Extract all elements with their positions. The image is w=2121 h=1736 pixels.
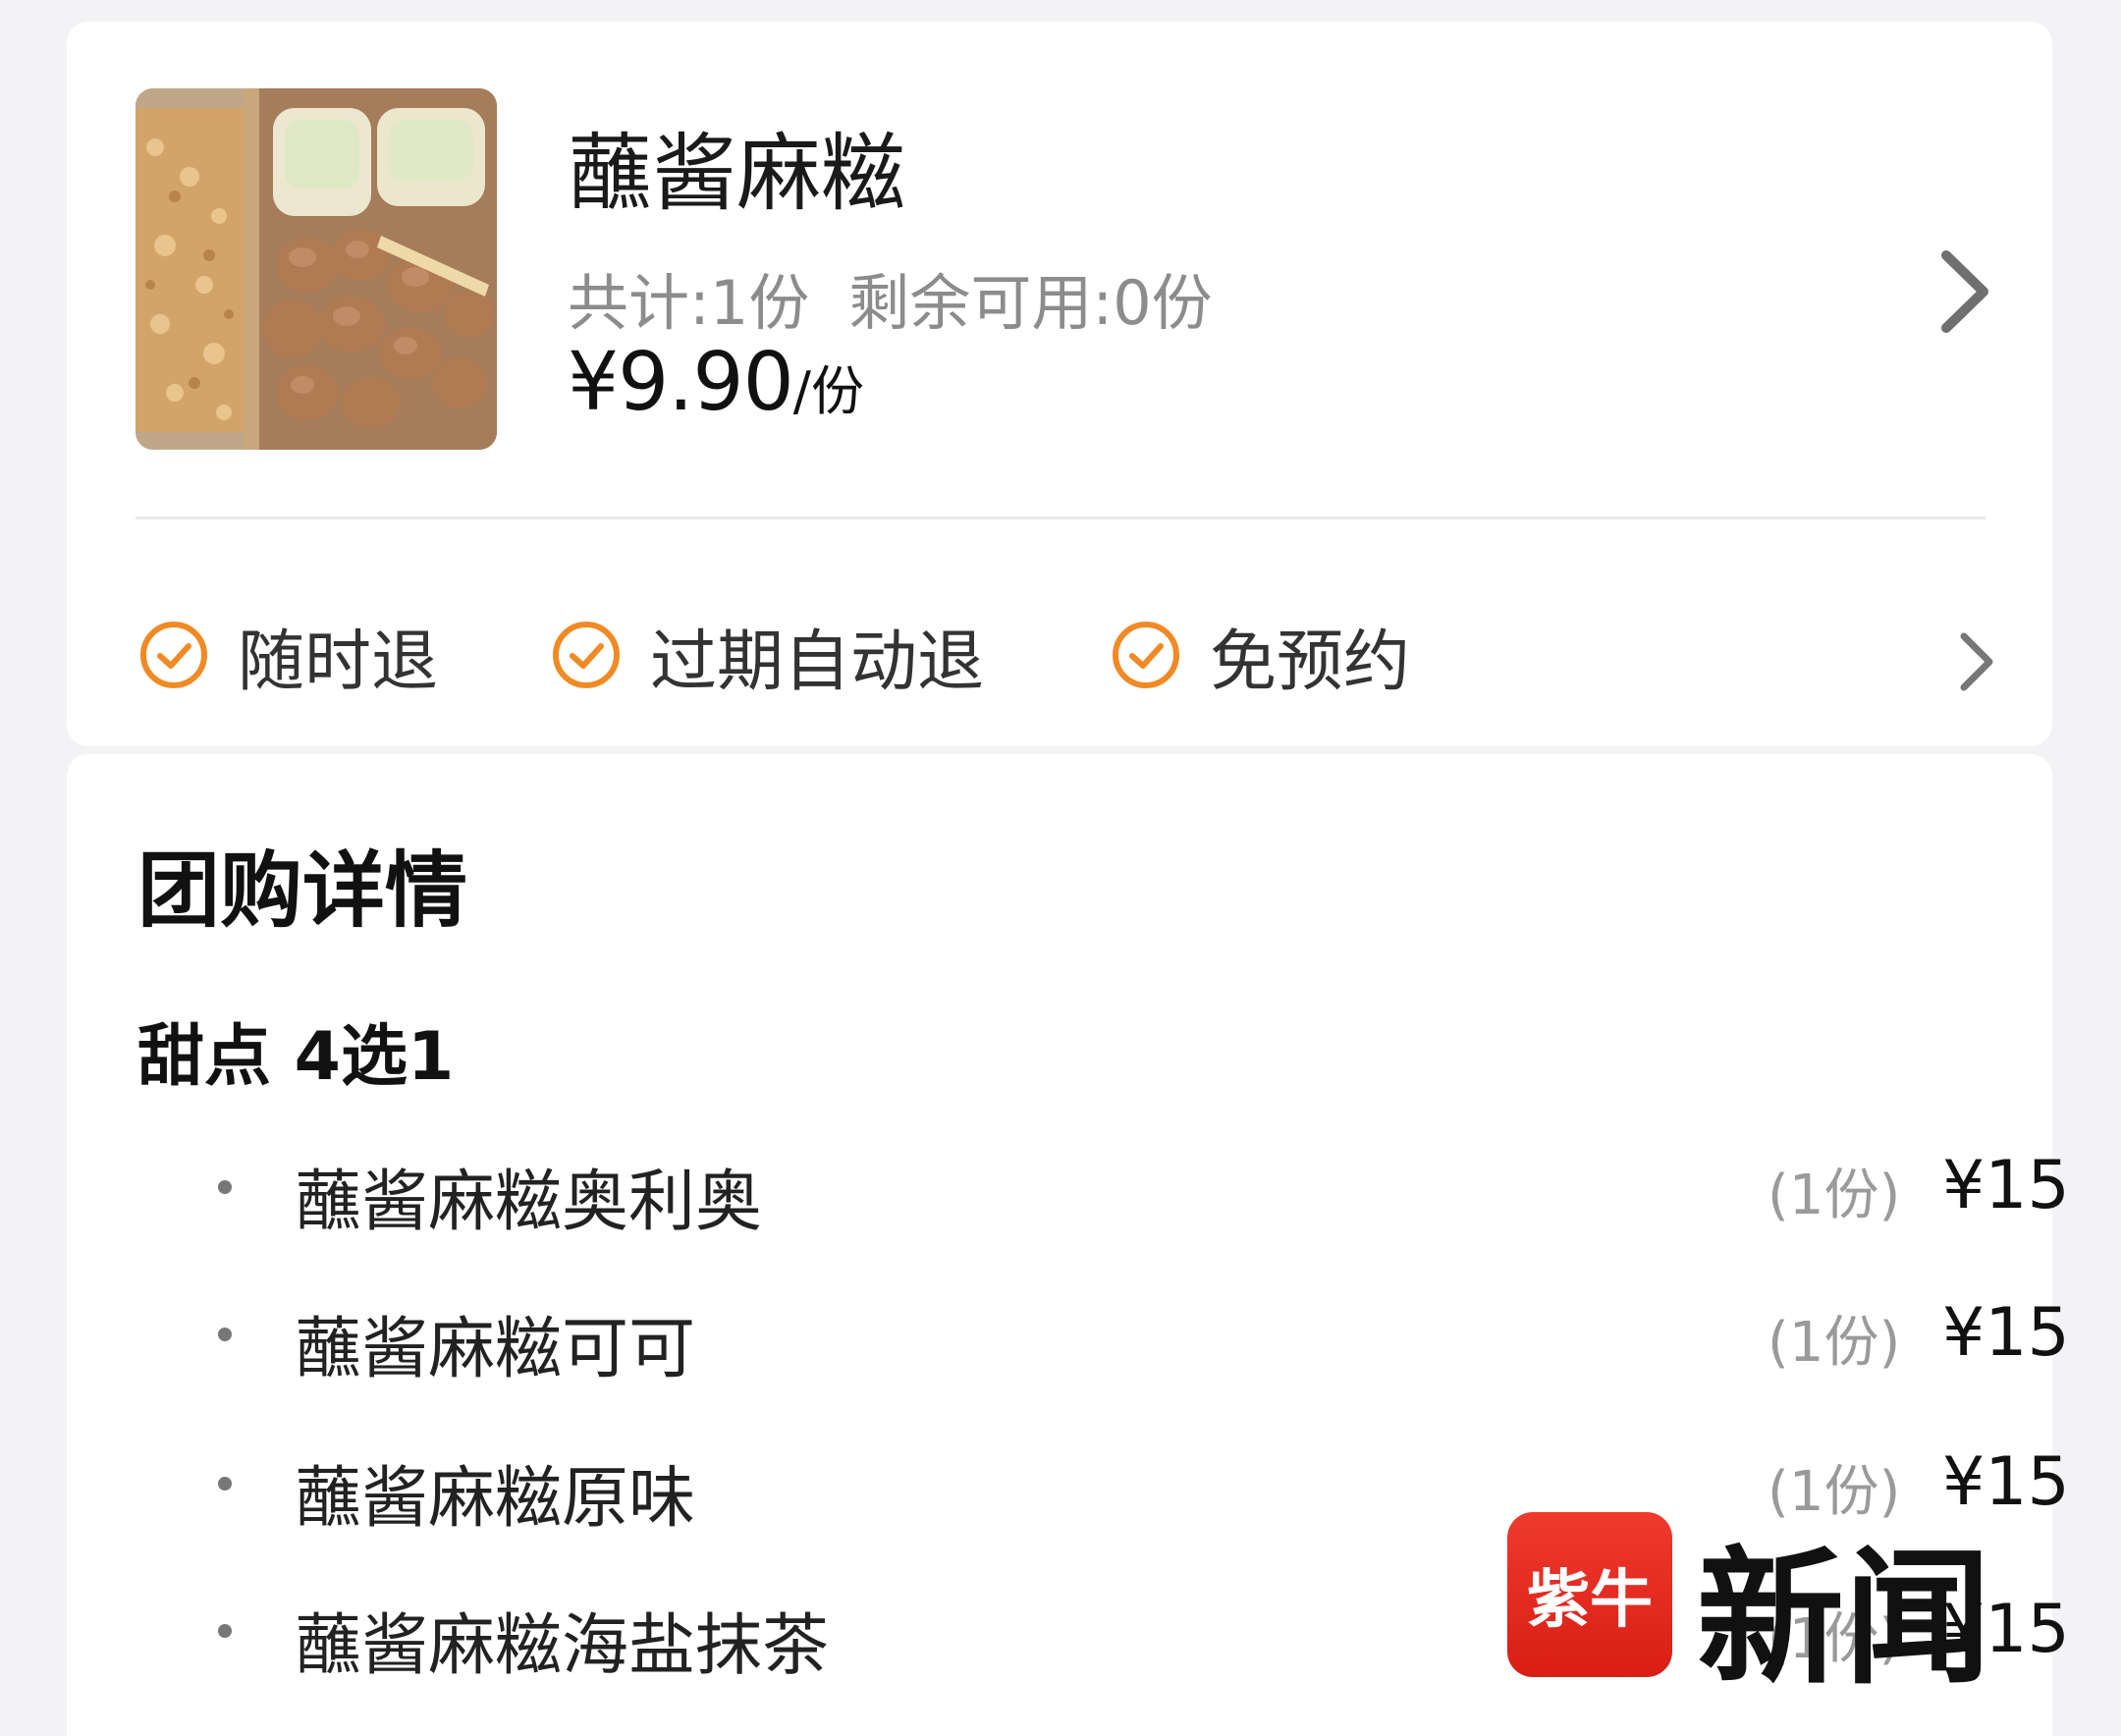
product-title: 蘸酱麻糍 [568, 125, 905, 223]
watermark-text: 新闻 [1697, 1532, 1992, 1705]
chevron-right-icon[interactable] [1954, 630, 1997, 693]
item-name: 蘸酱麻糍原味 [295, 1460, 696, 1538]
bullet [218, 1477, 232, 1491]
check-circle-icon [1113, 622, 1179, 688]
product-card[interactable]: 蘸酱麻糍 共计:1份 剩余可用:0份 ¥9.90/份 随时退 过期自动退 免预约 [67, 22, 2052, 746]
bullet [218, 1624, 232, 1638]
item-name: 蘸酱麻糍海盐抹茶 [295, 1607, 830, 1685]
check-circle-icon [553, 622, 620, 688]
price-unit: /份 [792, 360, 864, 422]
remaining-count: 剩余可用:0份 [848, 267, 1213, 339]
chevron-right-icon[interactable] [1934, 247, 1993, 336]
item-qty: (1份) [1768, 1311, 1901, 1375]
bullet [218, 1328, 232, 1341]
section-title: 团购详情 [137, 842, 468, 939]
group-title: 甜点 4选1 [137, 1018, 455, 1096]
price-amount: ¥9.90 [568, 336, 794, 429]
feature-no-reservation: 免预约 [1110, 611, 1410, 701]
feature-label: 免预约 [1210, 623, 1411, 701]
product-thumbnail[interactable] [136, 88, 497, 450]
item-price: ¥15 [1942, 1147, 2070, 1224]
news-watermark: 紫牛 新闻 [1507, 1507, 2018, 1705]
feature-refund-anytime: 随时退 [137, 611, 438, 701]
divider [136, 516, 1985, 519]
item-price: ¥15 [1942, 1294, 2070, 1372]
feature-auto-refund-expired: 过期自动退 [550, 611, 984, 701]
list-item: 蘸酱麻糍奥利奥 (1份) ¥15 [137, 1137, 2070, 1241]
watermark-logo: 紫牛 [1507, 1512, 1672, 1677]
product-stats: 共计:1份 剩余可用:0份 [568, 253, 1213, 342]
product-photo [136, 88, 497, 450]
item-name: 蘸酱麻糍可可 [295, 1311, 696, 1388]
item-qty: (1份) [1768, 1164, 1901, 1227]
list-item: 蘸酱麻糍可可 (1份) ¥15 [137, 1284, 2070, 1388]
product-price: ¥9.90/份 [568, 336, 864, 429]
feature-label: 过期自动退 [650, 623, 985, 701]
total-count: 共计:1份 [568, 267, 810, 339]
bullet [218, 1180, 232, 1194]
feature-label: 随时退 [238, 623, 439, 701]
check-circle-icon [140, 622, 207, 688]
item-name: 蘸酱麻糍奥利奥 [295, 1164, 763, 1241]
